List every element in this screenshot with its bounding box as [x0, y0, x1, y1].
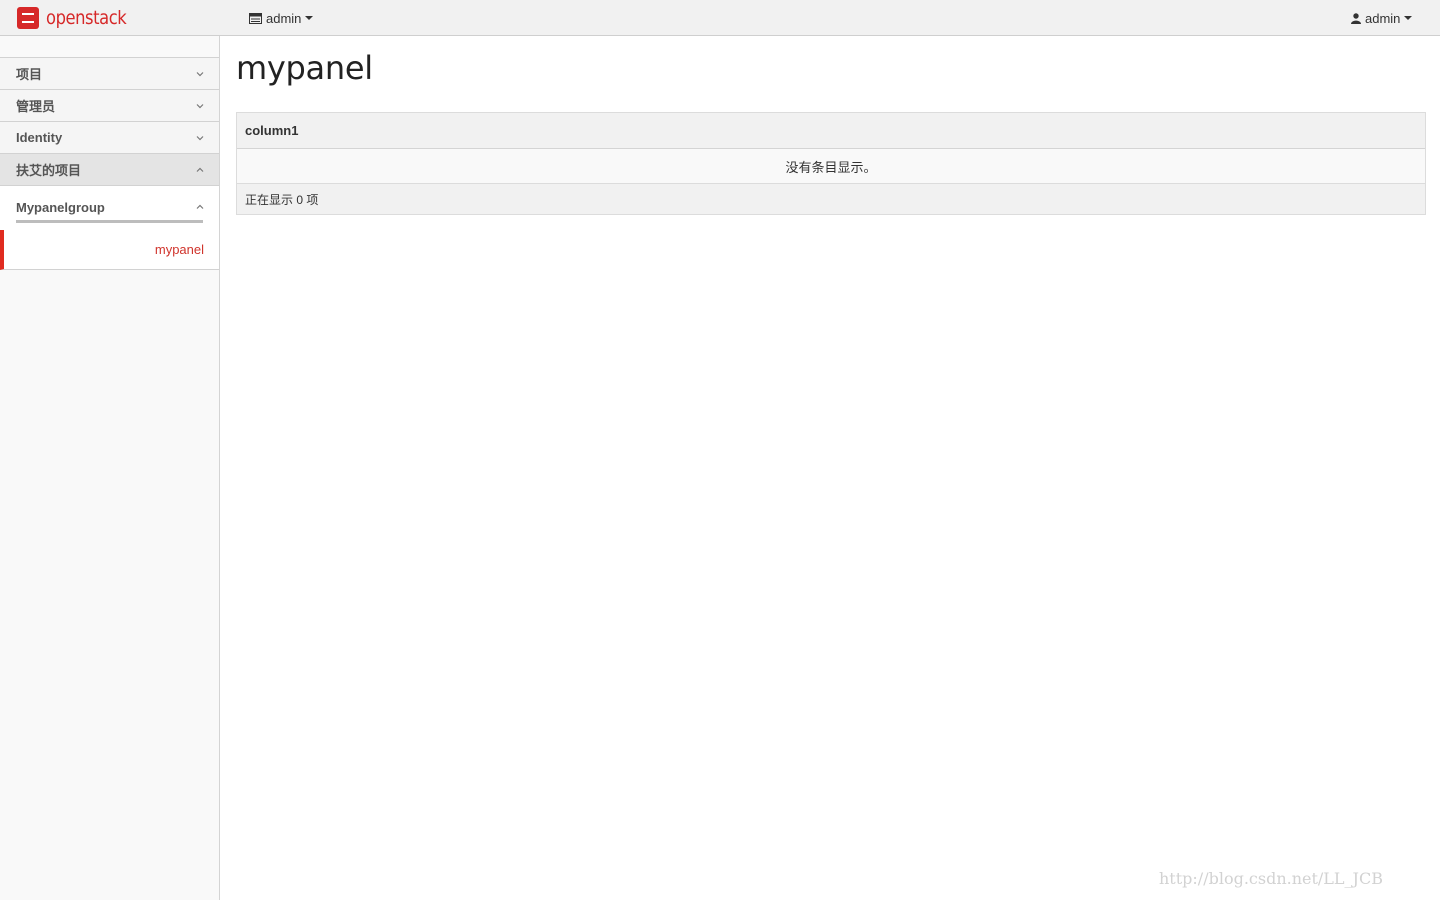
sidebar-section-project[interactable]: 项目 — [0, 58, 219, 90]
main-content: mypanel column1 没有条目显示。 正在显示 0 项 — [236, 36, 1426, 215]
sidebar-item-mypanel[interactable]: mypanel — [0, 230, 219, 270]
sidebar-section-admin[interactable]: 管理员 — [0, 90, 219, 122]
empty-message: 没有条目显示。 — [785, 159, 877, 175]
brand-logo-link[interactable]: openstack — [16, 5, 139, 31]
page-title: mypanel — [236, 49, 373, 87]
table-footer: 正在显示 0 项 — [237, 184, 1425, 214]
chevron-down-icon — [196, 135, 204, 140]
sidebar-section-label: 项目 — [16, 67, 43, 82]
watermark-text: http://blog.csdn.net/LL_JCB — [1159, 869, 1383, 888]
sidebar-spacer — [0, 36, 219, 58]
top-navbar: openstack admin admin — [0, 0, 1440, 36]
data-table: column1 没有条目显示。 正在显示 0 项 — [236, 112, 1426, 215]
chevron-down-icon — [196, 103, 204, 108]
sidebar-section-label: 扶艾的项目 — [16, 163, 82, 178]
sidebar-section-label: 管理员 — [16, 99, 56, 114]
sidebar-group-divider — [16, 220, 203, 223]
chevron-up-icon — [196, 167, 204, 172]
sidebar-group-mypanelgroup[interactable]: Mypanelgroup — [0, 186, 219, 230]
project-selector-label: admin — [266, 10, 302, 26]
caret-down-icon — [1404, 16, 1413, 20]
openstack-logo-icon — [17, 7, 39, 29]
sidebar-group-label: Mypanelgroup — [16, 199, 105, 215]
user-menu-dropdown[interactable]: admin — [1351, 0, 1413, 36]
user-menu-label: admin — [1365, 10, 1401, 26]
server-icon — [249, 12, 262, 24]
table-header-column1[interactable]: column1 — [237, 113, 1425, 149]
project-selector-dropdown[interactable]: admin — [249, 0, 314, 36]
table-empty-row: 没有条目显示。 — [237, 149, 1425, 184]
caret-down-icon — [305, 16, 314, 20]
item-count-text: 正在显示 0 项 — [245, 192, 319, 207]
sidebar-section-label: Identity — [16, 130, 63, 145]
user-icon — [1351, 12, 1361, 24]
brand-name: openstack — [46, 7, 127, 29]
sidebar-section-identity[interactable]: Identity — [0, 122, 219, 154]
column-header-label: column1 — [245, 123, 299, 138]
sidebar: 项目 管理员 Identity 扶艾的项目 Mypanelgroup mypan… — [0, 36, 220, 900]
sidebar-section-custom-project[interactable]: 扶艾的项目 — [0, 154, 219, 186]
chevron-down-icon — [196, 71, 204, 76]
sidebar-item-label: mypanel — [154, 242, 204, 257]
chevron-up-icon — [196, 204, 204, 209]
